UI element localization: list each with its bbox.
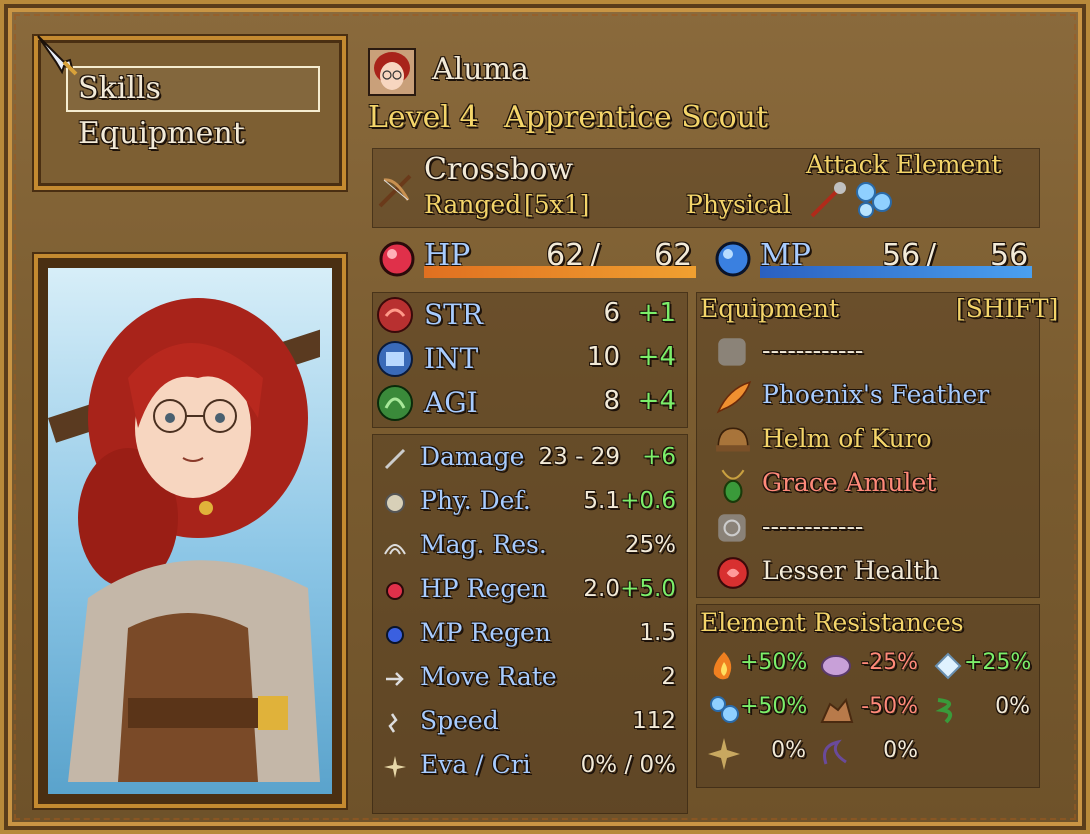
- damage-value: 23 - 29: [538, 444, 620, 470]
- damage-bonus: +6: [642, 444, 676, 470]
- water-icon: [706, 692, 742, 728]
- character-portrait: [34, 254, 346, 808]
- mag-res-icon: [382, 534, 408, 560]
- attr-int-bonus: +4: [637, 342, 676, 372]
- spirit-icon: [818, 648, 854, 684]
- health-potion-icon: [714, 554, 752, 592]
- equipment-slot-4[interactable]: Grace Amulet: [762, 468, 936, 497]
- mp-regen-label: MP Regen: [420, 618, 551, 647]
- avatar: [368, 48, 416, 96]
- phy-def-value: 5.1: [583, 488, 620, 514]
- move-rate-icon: [382, 666, 408, 692]
- water-resistance-value: +50%: [740, 694, 808, 719]
- empty-accessory-slot-icon: [714, 510, 752, 548]
- equipment-slot-3[interactable]: Helm of Kuro: [762, 424, 932, 453]
- attr-agi-value: 8: [603, 386, 620, 416]
- equipment-slot-5[interactable]: ------------: [762, 512, 863, 541]
- mag-res-label: Mag. Res.: [420, 530, 547, 559]
- hp-bar: [424, 266, 696, 278]
- spirit-resistance-value: -25%: [861, 650, 918, 675]
- weapon-range-value: [5x1]: [524, 190, 590, 219]
- damage-type: Physical: [686, 190, 791, 219]
- speed-value: 112: [632, 708, 676, 734]
- fire-icon: [706, 648, 742, 684]
- light-resistance-value: 0%: [771, 738, 806, 763]
- weapon-name: Crossbow: [424, 152, 574, 187]
- attr-str-bonus: +1: [637, 298, 676, 328]
- equipment-shortcut[interactable]: [SHIFT]: [956, 294, 1058, 323]
- light-icon: [706, 736, 742, 772]
- mp-bar-fill: [760, 266, 1032, 278]
- amulet-icon: [714, 466, 752, 504]
- earth-resistance-value: -50%: [861, 694, 918, 719]
- hp-regen-bonus: +5.0: [620, 576, 676, 602]
- weapon-range-label: Ranged: [424, 190, 522, 219]
- equipment-header: Equipment: [700, 294, 840, 323]
- speed-label: Speed: [420, 706, 499, 735]
- ice-icon: [930, 648, 966, 684]
- dark-icon: [818, 736, 854, 772]
- resistances-header: Element Resistances: [700, 608, 964, 637]
- level-label: Level 4: [368, 100, 479, 135]
- attr-agi-label: AGI: [424, 386, 478, 419]
- command-menu: Skills Equipment: [34, 36, 346, 190]
- attr-int-label: INT: [424, 342, 479, 375]
- feather-icon: [714, 378, 752, 416]
- agi-icon: [377, 385, 413, 421]
- phy-def-icon: [382, 490, 408, 516]
- dark-resistance-value: 0%: [883, 738, 918, 763]
- earth-icon: [818, 692, 854, 728]
- equipment-slot-6[interactable]: Lesser Health: [762, 556, 939, 585]
- equipment-slot-2[interactable]: Phoenix's Feather: [762, 380, 989, 409]
- menu-item-equipment[interactable]: Equipment: [78, 116, 245, 151]
- str-icon: [377, 297, 413, 333]
- eva-cri-icon: [382, 754, 408, 780]
- speed-icon: [382, 710, 408, 736]
- crossbow-icon: [378, 174, 412, 208]
- helmet-icon: [714, 422, 752, 460]
- wind-icon: [930, 692, 966, 728]
- attack-weapon-icon: [810, 182, 846, 218]
- mp-bar: [760, 266, 1032, 278]
- equipment-slot-1[interactable]: ------------: [762, 336, 863, 365]
- cursor-quill-icon: [37, 35, 78, 76]
- hp-bar-fill: [424, 266, 696, 278]
- class-label: Apprentice Scout: [504, 100, 769, 135]
- menu-item-skills[interactable]: Skills: [66, 66, 320, 112]
- fire-resistance-value: +50%: [740, 650, 808, 675]
- eva-cri-label: Eva / Cri: [420, 750, 531, 779]
- hp-orb-icon: [379, 241, 415, 277]
- character-art: [48, 298, 332, 782]
- character-name: Aluma: [432, 52, 529, 87]
- mp-regen-icon: [382, 622, 408, 648]
- attr-int-value: 10: [586, 342, 620, 372]
- hp-regen-icon: [382, 578, 408, 604]
- wind-resistance-value: 0%: [995, 694, 1030, 719]
- mp-orb-icon: [715, 241, 751, 277]
- hp-regen-value: 2.0: [583, 576, 620, 602]
- int-icon: [377, 341, 413, 377]
- attack-element-label: Attack Element: [806, 150, 1002, 179]
- eva-cri-value: 0% / 0%: [580, 752, 676, 778]
- attr-agi-bonus: +4: [637, 386, 676, 416]
- mp-regen-value: 1.5: [639, 620, 676, 646]
- damage-icon: [382, 446, 408, 472]
- ice-resistance-value: +25%: [964, 650, 1032, 675]
- empty-armor-slot-icon: [714, 334, 752, 372]
- move-rate-value: 2: [661, 664, 676, 690]
- attr-str-label: STR: [424, 298, 483, 331]
- attr-str-value: 6: [603, 298, 620, 328]
- water-element-icon: [856, 182, 892, 218]
- mag-res-value: 25%: [624, 532, 676, 558]
- phy-def-bonus: +0.6: [620, 488, 676, 514]
